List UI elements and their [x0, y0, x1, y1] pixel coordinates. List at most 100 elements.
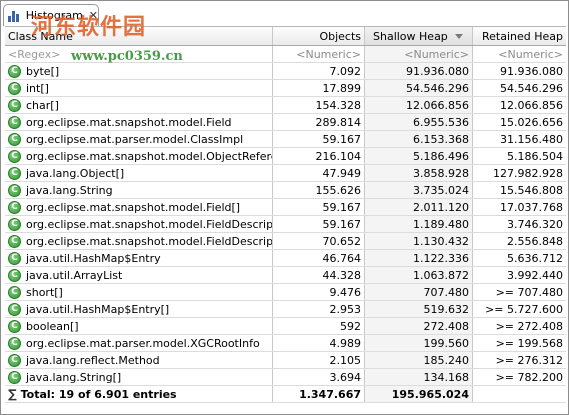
- class-icon: C: [8, 302, 21, 316]
- table-row[interactable]: Corg.eclipse.mat.snapshot.model.Field 289…: [5, 114, 566, 131]
- retained-heap-cell: 12.066.856: [500, 98, 563, 112]
- table-row[interactable]: Cjava.util.HashMap$Entry[] 2.953 519.632 >=…: [5, 301, 566, 318]
- retained-heap-cell: >= 199.568: [495, 336, 563, 350]
- shallow-heap-cell: 6.955.536: [365, 114, 473, 130]
- retained-heap-cell: 2.556.848: [507, 234, 563, 248]
- table-row[interactable]: Corg.eclipse.mat.snapshot.model.ObjectRe…: [5, 148, 566, 165]
- total-objects: 1.347.667: [273, 386, 365, 402]
- class-name-cell: Corg.eclipse.mat.snapshot.model.ObjectRe…: [5, 148, 273, 164]
- class-name-cell: Cjava.lang.Object[]: [5, 165, 273, 181]
- class-icon: C: [8, 353, 21, 367]
- shallow-heap-cell: 185.240: [365, 352, 473, 368]
- retained-heap-cell: 5.186.504: [507, 149, 563, 163]
- filter-objects[interactable]: <Numeric>: [273, 46, 365, 62]
- class-name: org.eclipse.mat.snapshot.model.FieldDesc…: [26, 234, 273, 248]
- shallow-heap-cell: 91.936.080: [365, 63, 473, 79]
- table-row[interactable]: Corg.eclipse.mat.snapshot.model.Field[] 5…: [5, 199, 566, 216]
- table-row[interactable]: Cjava.util.HashMap$Entry 46.764 1.122.336 5…: [5, 250, 566, 267]
- table-row[interactable]: Cjava.lang.String[] 3.694 134.168 >= 782.20…: [5, 369, 566, 386]
- shallow-heap-cell: 1.130.432: [365, 233, 473, 249]
- sum-icon: ∑: [8, 387, 17, 401]
- objects-cell: 216.104: [273, 148, 365, 164]
- retained-heap-cell: >= 276.312: [495, 353, 563, 367]
- watermark-text: 河东软件园: [31, 14, 147, 40]
- class-icon: C: [8, 200, 21, 214]
- histogram-table: Class Name Objects Shallow Heap Retained…: [5, 26, 566, 403]
- class-icon: C: [8, 81, 21, 95]
- class-icon: C: [8, 268, 21, 282]
- shallow-heap-cell: 54.546.296: [365, 80, 473, 96]
- column-header-retained-heap[interactable]: Retained Heap: [473, 27, 566, 45]
- column-header-shallow-heap-label: Shallow Heap: [373, 29, 448, 43]
- retained-heap-cell: >= 707.480: [495, 285, 563, 299]
- class-icon: C: [8, 217, 21, 231]
- histogram-view: Histogram ✕ Class Name Objects Shallow H…: [0, 0, 569, 415]
- shallow-heap-cell: 12.066.856: [365, 97, 473, 113]
- class-icon: C: [8, 319, 21, 333]
- total-retained-heap: [473, 386, 566, 402]
- retained-heap-cell: >= 5.727.600: [485, 302, 563, 316]
- class-icon: C: [8, 251, 21, 265]
- class-name-cell: Corg.eclipse.mat.snapshot.model.FieldDes…: [5, 216, 273, 232]
- retained-heap-cell: 3.992.440: [507, 268, 563, 282]
- class-name-cell: Cjava.lang.String[]: [5, 369, 273, 385]
- shallow-heap-cell: 3.735.024: [365, 182, 473, 198]
- class-icon: C: [8, 64, 21, 78]
- column-header-objects[interactable]: Objects: [273, 27, 365, 45]
- retained-heap-cell: 15.546.808: [500, 183, 563, 197]
- table-row[interactable]: Cjava.lang.reflect.Method 2.105 185.240 >= …: [5, 352, 566, 369]
- class-name-cell: Cjava.lang.reflect.Method: [5, 352, 273, 368]
- retained-heap-cell: >= 272.408: [495, 319, 563, 333]
- table-row[interactable]: Cjava.lang.String 155.626 3.735.024 15.546.…: [5, 182, 566, 199]
- column-header-shallow-heap[interactable]: Shallow Heap: [365, 27, 473, 45]
- table-row[interactable]: Corg.eclipse.mat.parser.model.XGCRootInf…: [5, 335, 566, 352]
- objects-cell: 44.328: [273, 267, 365, 283]
- retained-heap-cell: 31.156.480: [500, 132, 563, 146]
- class-name: int[]: [26, 81, 49, 95]
- shallow-heap-cell: 3.858.928: [365, 165, 473, 181]
- table-row[interactable]: Corg.eclipse.mat.snapshot.model.FieldDes…: [5, 216, 566, 233]
- filter-retained-heap[interactable]: <Numeric>: [473, 46, 566, 62]
- sort-descending-icon: [455, 33, 463, 39]
- class-name: java.lang.reflect.Method: [26, 353, 160, 367]
- class-name: org.eclipse.mat.snapshot.model.Field: [26, 115, 232, 129]
- class-name-cell: Corg.eclipse.mat.parser.model.XGCRootInf…: [5, 335, 273, 351]
- shallow-heap-cell: 272.408: [365, 318, 473, 334]
- total-row: ∑ Total: 19 of 6.901 entries 1.347.667 1…: [5, 386, 566, 403]
- table-row[interactable]: Cchar[] 154.328 12.066.856 12.066.856: [5, 97, 566, 114]
- class-name-cell: Cboolean[]: [5, 318, 273, 334]
- table-row[interactable]: Cint[] 17.899 54.546.296 54.546.296: [5, 80, 566, 97]
- class-name: java.lang.Object[]: [26, 166, 125, 180]
- table-row[interactable]: Corg.eclipse.mat.snapshot.model.FieldDes…: [5, 233, 566, 250]
- table-row[interactable]: Cboolean[] 592 272.408 >= 272.408: [5, 318, 566, 335]
- table-row[interactable]: Cjava.util.ArrayList 44.328 1.063.872 3.992…: [5, 267, 566, 284]
- objects-cell: 17.899: [273, 80, 365, 96]
- class-icon: C: [8, 98, 21, 112]
- shallow-heap-cell: 2.011.120: [365, 199, 473, 215]
- class-name: org.eclipse.mat.parser.model.ClassImpl: [26, 132, 244, 146]
- shallow-heap-cell: 5.186.496: [365, 148, 473, 164]
- class-icon: C: [8, 132, 21, 146]
- table-row[interactable]: Cshort[] 9.476 707.480 >= 707.480: [5, 284, 566, 301]
- table-row[interactable]: Corg.eclipse.mat.parser.model.ClassImpl 5…: [5, 131, 566, 148]
- retained-heap-cell: 3.746.320: [507, 217, 563, 231]
- retained-heap-cell: 54.546.296: [500, 81, 563, 95]
- total-shallow-heap: 195.965.024: [365, 386, 473, 402]
- class-name-cell: Cshort[]: [5, 284, 273, 300]
- class-name-cell: Cjava.util.HashMap$Entry[]: [5, 301, 273, 317]
- objects-cell: 155.626: [273, 182, 365, 198]
- class-name: org.eclipse.mat.parser.model.XGCRootInfo: [26, 336, 260, 350]
- table-row[interactable]: Cjava.lang.Object[] 47.949 3.858.928 127.98…: [5, 165, 566, 182]
- filter-shallow-heap[interactable]: <Numeric>: [365, 46, 473, 62]
- shallow-heap-cell: 519.632: [365, 301, 473, 317]
- objects-cell: 46.764: [273, 250, 365, 266]
- class-icon: C: [8, 234, 21, 248]
- class-name-cell: Corg.eclipse.mat.snapshot.model.Field[]: [5, 199, 273, 215]
- watermark-url: www.pc0359.cn: [71, 49, 183, 64]
- class-name: char[]: [26, 98, 59, 112]
- shallow-heap-cell: 134.168: [365, 369, 473, 385]
- objects-cell: 592: [273, 318, 365, 334]
- retained-heap-cell: >= 782.200: [495, 370, 563, 384]
- table-row[interactable]: Cbyte[] 7.092 91.936.080 91.936.080: [5, 63, 566, 80]
- shallow-heap-cell: 1.122.336: [365, 250, 473, 266]
